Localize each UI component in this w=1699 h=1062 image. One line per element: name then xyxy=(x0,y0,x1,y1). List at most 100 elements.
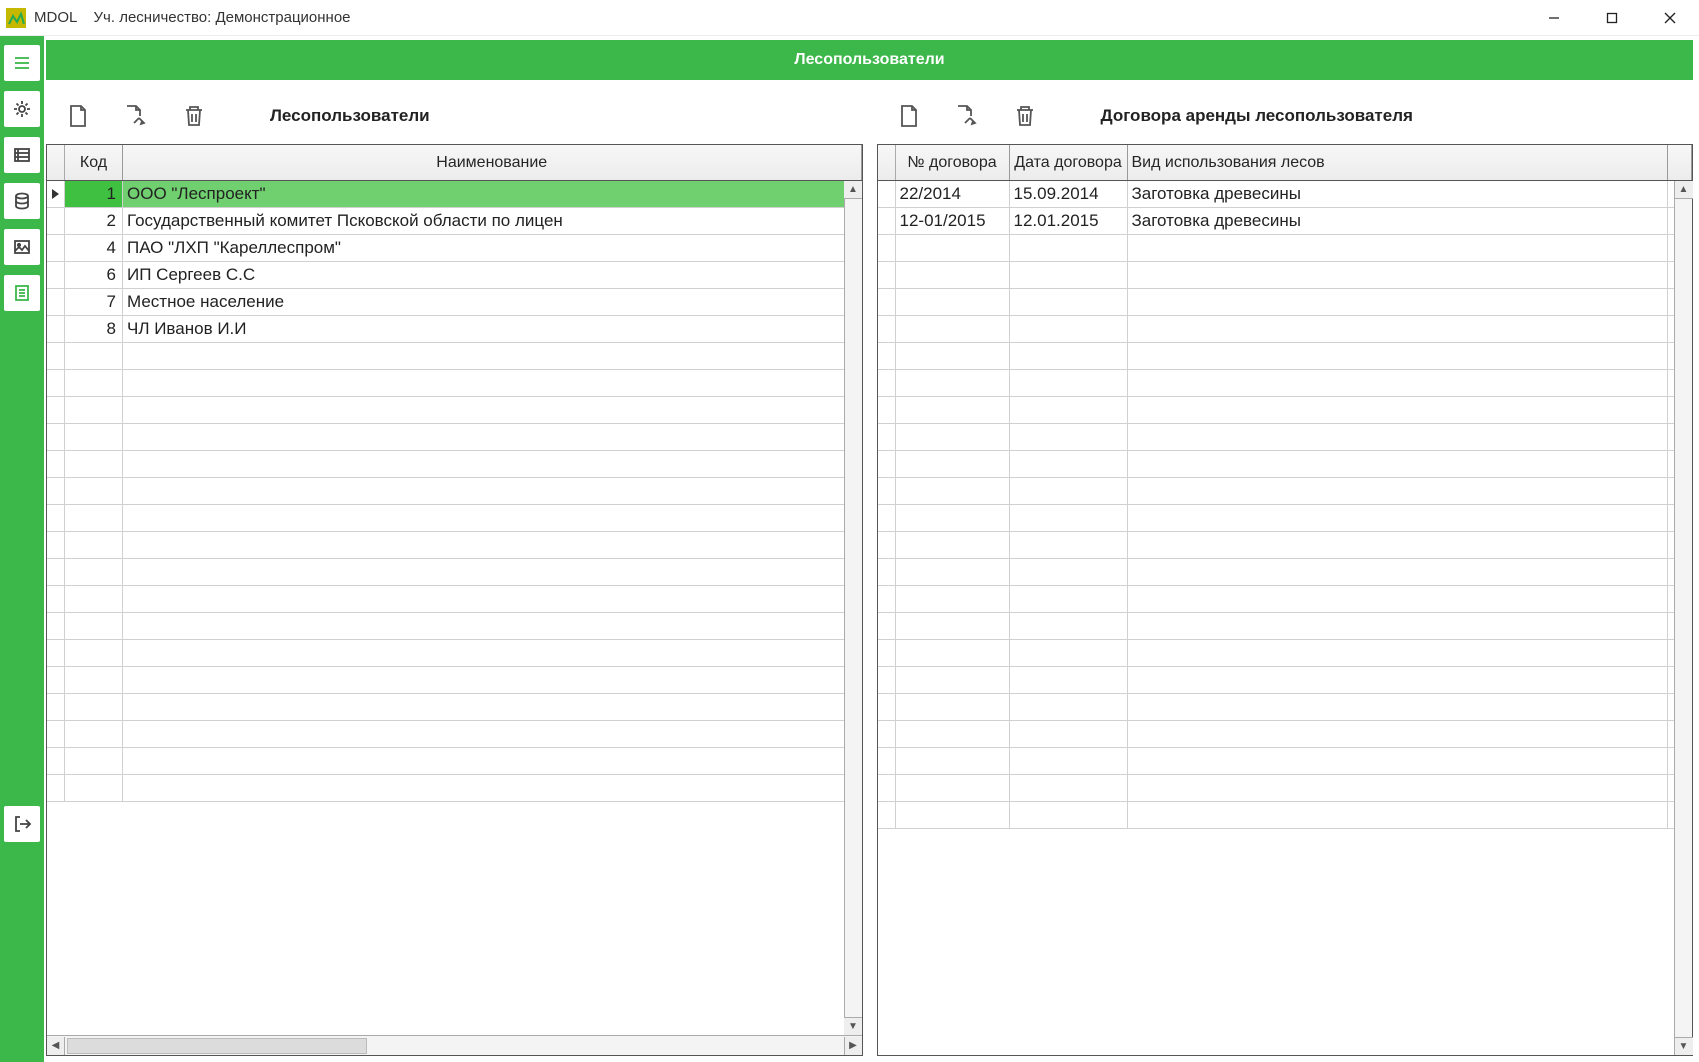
cell-name xyxy=(123,559,862,585)
col-extra[interactable] xyxy=(1668,145,1692,180)
table-row[interactable] xyxy=(47,775,862,802)
table-row[interactable] xyxy=(878,478,1693,505)
cell-contract-date: 12.01.2015 xyxy=(1010,208,1128,234)
left-hscroll[interactable]: ◀ ▶ xyxy=(47,1035,862,1055)
cell-name xyxy=(123,775,862,801)
left-vscroll[interactable]: ▲ ▼ xyxy=(844,181,862,1035)
table-row[interactable]: 1ООО "Леспроект" xyxy=(47,181,862,208)
table-row[interactable] xyxy=(878,235,1693,262)
close-button[interactable] xyxy=(1641,0,1699,36)
maximize-button[interactable] xyxy=(1583,0,1641,36)
scroll-up-icon[interactable]: ▲ xyxy=(844,181,862,199)
table-row[interactable] xyxy=(878,262,1693,289)
table-row[interactable] xyxy=(47,505,862,532)
row-indicator xyxy=(47,424,65,450)
col-contract-date[interactable]: Дата договора xyxy=(1010,145,1128,180)
row-indicator xyxy=(878,694,896,720)
table-row[interactable] xyxy=(47,586,862,613)
cell-name xyxy=(123,505,862,531)
settings-button[interactable] xyxy=(4,91,40,127)
scroll-right-icon[interactable]: ▶ xyxy=(844,1037,862,1055)
left-grid[interactable]: Код Наименование 1ООО "Леспроект"2Госуда… xyxy=(46,144,863,1056)
exit-button[interactable] xyxy=(4,806,40,842)
col-name[interactable]: Наименование xyxy=(123,145,862,180)
table-row[interactable] xyxy=(878,424,1693,451)
right-vscroll[interactable]: ▲ ▼ xyxy=(1674,181,1692,1055)
document-button[interactable] xyxy=(4,275,40,311)
table-row[interactable] xyxy=(47,613,862,640)
database-button[interactable] xyxy=(4,183,40,219)
table-row[interactable] xyxy=(878,316,1693,343)
table-row[interactable]: 6ИП Сергеев С.С xyxy=(47,262,862,289)
menu-button[interactable] xyxy=(4,45,40,81)
table-row[interactable] xyxy=(47,370,862,397)
table-row[interactable] xyxy=(878,775,1693,802)
minimize-button[interactable] xyxy=(1525,0,1583,36)
col-usage-type[interactable]: Вид использования лесов xyxy=(1128,145,1669,180)
table-row[interactable]: 12-01/201512.01.2015Заготовка древесины xyxy=(878,208,1693,235)
cell-contract-date xyxy=(1010,262,1128,288)
row-indicator xyxy=(47,316,65,342)
scroll-down-icon[interactable]: ▼ xyxy=(1675,1037,1693,1055)
table-row[interactable] xyxy=(47,532,862,559)
table-row[interactable] xyxy=(47,640,862,667)
col-indicator[interactable] xyxy=(47,145,65,180)
image-button[interactable] xyxy=(4,229,40,265)
table-row[interactable] xyxy=(47,721,862,748)
table-row[interactable] xyxy=(878,667,1693,694)
scroll-thumb[interactable] xyxy=(67,1038,367,1054)
table-row[interactable]: 2Государственный комитет Псковской облас… xyxy=(47,208,862,235)
right-grid[interactable]: № договора Дата договора Вид использован… xyxy=(877,144,1694,1056)
table-row[interactable] xyxy=(878,748,1693,775)
cell-usage-type xyxy=(1128,370,1669,396)
scroll-left-icon[interactable]: ◀ xyxy=(47,1037,65,1055)
table-row[interactable] xyxy=(878,397,1693,424)
table-row[interactable] xyxy=(878,721,1693,748)
table-row[interactable]: 7Местное население xyxy=(47,289,862,316)
table-row[interactable] xyxy=(878,586,1693,613)
new-button[interactable] xyxy=(60,98,96,134)
table-row[interactable] xyxy=(878,343,1693,370)
table-row[interactable] xyxy=(878,694,1693,721)
table-row[interactable] xyxy=(47,478,862,505)
table-row[interactable] xyxy=(878,505,1693,532)
table-row[interactable]: 22/201415.09.2014Заготовка древесины xyxy=(878,181,1693,208)
delete-button[interactable] xyxy=(176,98,212,134)
delete-button[interactable] xyxy=(1007,98,1043,134)
col-indicator[interactable] xyxy=(878,145,896,180)
table-row[interactable] xyxy=(878,559,1693,586)
left-grid-header: Код Наименование xyxy=(47,145,862,181)
scroll-down-icon[interactable]: ▼ xyxy=(844,1017,862,1035)
cell-code xyxy=(65,559,123,585)
row-indicator xyxy=(878,289,896,315)
table-row[interactable] xyxy=(878,532,1693,559)
table-row[interactable] xyxy=(47,397,862,424)
cell-name xyxy=(123,343,862,369)
table-row[interactable] xyxy=(47,667,862,694)
col-code[interactable]: Код xyxy=(65,145,123,180)
row-indicator xyxy=(878,370,896,396)
row-indicator xyxy=(878,451,896,477)
table-row[interactable] xyxy=(878,289,1693,316)
table-row[interactable] xyxy=(47,451,862,478)
table-row[interactable] xyxy=(47,748,862,775)
row-indicator xyxy=(47,775,65,801)
table-row[interactable]: 8ЧЛ Иванов И.И xyxy=(47,316,862,343)
edit-button[interactable] xyxy=(118,98,154,134)
scroll-up-icon[interactable]: ▲ xyxy=(1675,181,1693,199)
table-row[interactable]: 4ПАО "ЛХП "Кареллеспром" xyxy=(47,235,862,262)
table-row[interactable] xyxy=(47,424,862,451)
col-contract-no[interactable]: № договора xyxy=(896,145,1010,180)
cell-contract-no xyxy=(896,721,1010,747)
table-row[interactable] xyxy=(878,613,1693,640)
table-row[interactable] xyxy=(878,451,1693,478)
edit-button[interactable] xyxy=(949,98,985,134)
table-row[interactable] xyxy=(47,343,862,370)
table-row[interactable] xyxy=(878,640,1693,667)
table-row[interactable] xyxy=(878,802,1693,829)
new-button[interactable] xyxy=(891,98,927,134)
list-button[interactable] xyxy=(4,137,40,173)
table-row[interactable] xyxy=(47,694,862,721)
table-row[interactable] xyxy=(878,370,1693,397)
table-row[interactable] xyxy=(47,559,862,586)
